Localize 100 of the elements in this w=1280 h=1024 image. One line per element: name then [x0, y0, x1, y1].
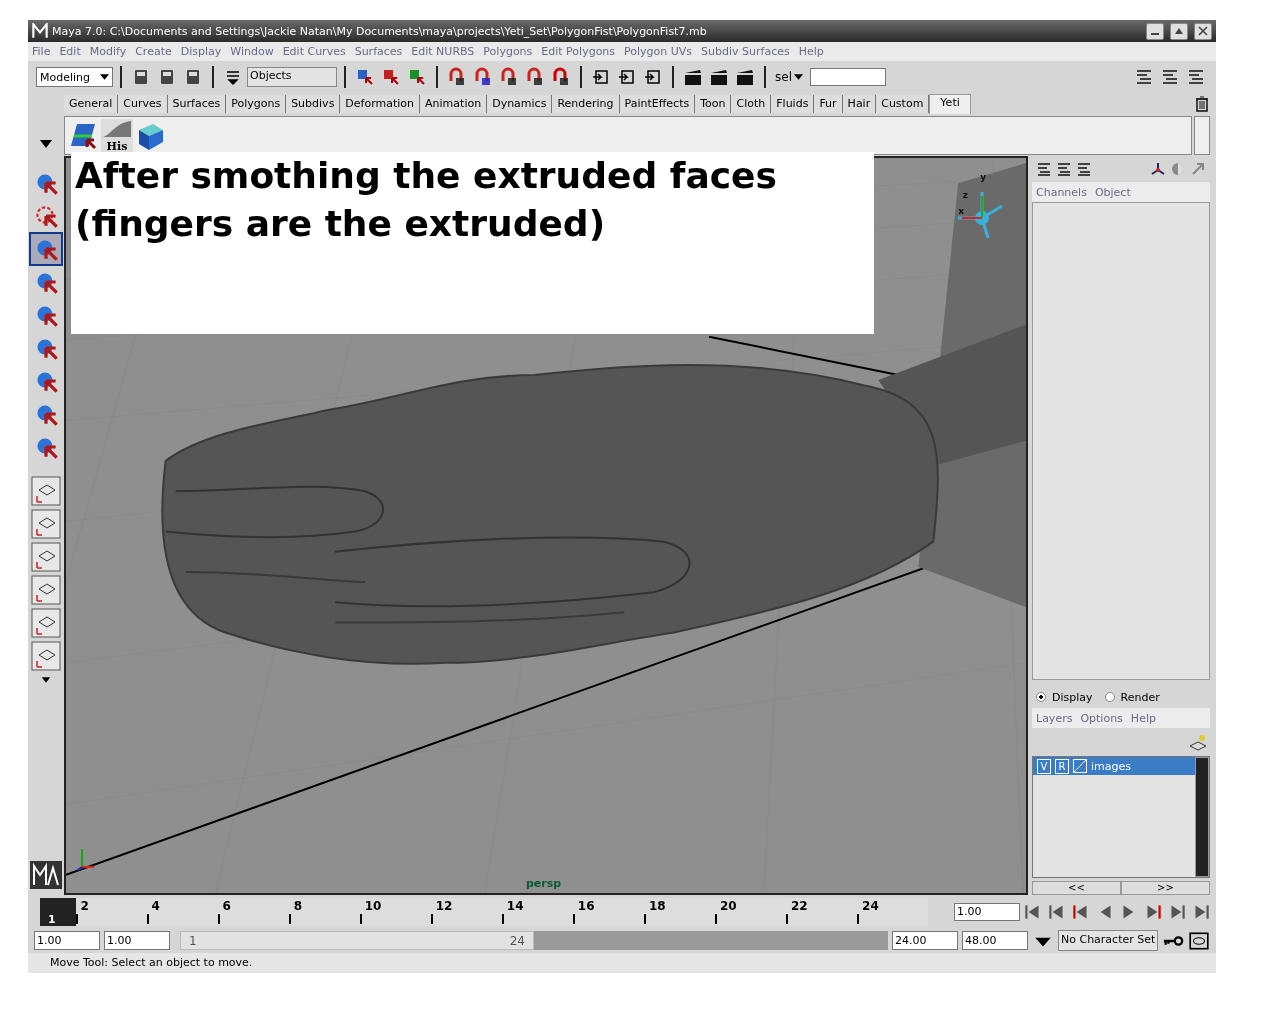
axis-label: y: [980, 172, 986, 182]
shelf-tab[interactable]: Fluids: [771, 95, 815, 113]
menu-item[interactable]: Edit Polygons: [541, 45, 616, 58]
maya-logo-icon: [32, 23, 48, 39]
channel-box-menu-item[interactable]: Object: [1094, 185, 1131, 199]
shelf-tab[interactable]: PaintEffects: [619, 95, 696, 113]
render-toggle[interactable]: R: [1055, 758, 1069, 774]
range-end-label: 24: [509, 933, 525, 948]
range-start-label: 1: [189, 933, 197, 948]
caret-icon[interactable]: [793, 74, 803, 80]
visibility-toggle[interactable]: V: [1037, 758, 1051, 774]
mode-dropdown[interactable]: Modeling: [36, 67, 113, 87]
select-component-icon[interactable]: [407, 67, 427, 87]
trash-icon[interactable]: [1194, 96, 1210, 112]
playback-start-field[interactable]: 1.00: [104, 931, 170, 950]
shelf-tab[interactable]: Custom: [876, 95, 930, 113]
character-set-field[interactable]: No Character Set: [1058, 930, 1158, 951]
shelf-tab[interactable]: Subdivs: [286, 95, 341, 113]
menu-item[interactable]: Modify: [89, 45, 127, 58]
axes-icon[interactable]: [1150, 161, 1166, 177]
quick-select-label[interactable]: sel: [775, 70, 792, 84]
time-slider[interactable]: 1 2 4 6 8 10 12 14 16 18 20 22 24: [40, 897, 928, 926]
shelf-tab[interactable]: Animation: [420, 95, 488, 113]
current-frame-marker[interactable]: 1: [40, 897, 76, 926]
menu-item[interactable]: Subdiv Surfaces: [701, 45, 790, 58]
minimize-icon: [1151, 33, 1159, 35]
layer-mode-radio[interactable]: Render: [1104, 690, 1160, 704]
history-shelf-button[interactable]: His: [101, 118, 133, 153]
scroll-left-button[interactable]: <<: [1032, 881, 1121, 895]
scroll-right-button[interactable]: >>: [1121, 881, 1210, 895]
shelf-tab[interactable]: Polygons: [226, 95, 287, 113]
shelf-tab[interactable]: Deformation: [340, 95, 421, 113]
maximize-button[interactable]: [1170, 22, 1188, 40]
window-title: Maya 7.0: C:\Documents and Settings\Jackie Natan\My Documents\maya\projects\Yeti_Set\PolygonFist\PolygonFist7.mb: [52, 24, 707, 38]
frame-number: 10: [364, 898, 382, 913]
shelf-tab[interactable]: Surfaces: [167, 95, 227, 113]
layer-row[interactable]: V R images: [1033, 757, 1195, 775]
layer-mode-radio[interactable]: Display: [1036, 690, 1093, 704]
shelf-tab[interactable]: Cloth: [731, 95, 772, 113]
menu-item[interactable]: Edit NURBS: [411, 45, 475, 58]
preferences-icon[interactable]: [1188, 929, 1210, 952]
shelf-tab[interactable]: Yeti: [929, 94, 971, 114]
axis-label: z: [962, 190, 968, 200]
select-hierarchy-icon[interactable]: [355, 67, 375, 87]
selection-mode-field[interactable]: Objects: [247, 67, 337, 87]
close-button[interactable]: [1194, 22, 1212, 40]
magnet-icon[interactable]: [551, 67, 571, 87]
frame-number: 14: [506, 898, 524, 913]
shelf-tab[interactable]: Dynamics: [487, 95, 553, 113]
range-slider-bar[interactable]: 1 24: [180, 931, 534, 950]
channel-box-menu-item[interactable]: Channels: [1036, 185, 1087, 199]
frame-number: 20: [719, 898, 737, 913]
end-time-field[interactable]: 48.00: [962, 931, 1028, 950]
layer-menu-item[interactable]: Help: [1130, 711, 1156, 725]
menu-item[interactable]: Help: [798, 45, 824, 58]
quick-select-field[interactable]: [809, 68, 886, 86]
minimize-button[interactable]: [1146, 22, 1164, 40]
menu-item[interactable]: Display: [180, 45, 222, 58]
menu-item[interactable]: Polygons: [483, 45, 533, 58]
layer-menu-item[interactable]: Options: [1080, 711, 1123, 725]
shelf-tab[interactable]: General: [64, 95, 119, 113]
shelf-scrollbar[interactable]: [1194, 116, 1210, 155]
menu-item[interactable]: Edit: [59, 45, 81, 58]
range-slider[interactable]: 1 24: [180, 931, 888, 950]
radio-indicator[interactable]: [1036, 692, 1046, 702]
shelf-tab[interactable]: Hair: [842, 95, 877, 113]
layer-menu-item[interactable]: Layers: [1036, 711, 1073, 725]
caret-icon[interactable]: [100, 74, 109, 80]
new-layer-icon[interactable]: [1188, 732, 1208, 752]
menu-item[interactable]: Polygon UVs: [624, 45, 693, 58]
frame-number: 12: [435, 898, 453, 913]
shelf-tab[interactable]: Fur: [814, 95, 843, 113]
playback-end-field[interactable]: 24.00: [892, 931, 958, 950]
menu-item[interactable]: Window: [230, 45, 274, 58]
shelf-tab[interactable]: Toon: [695, 95, 732, 113]
start-time-field[interactable]: 1.00: [34, 931, 100, 950]
layer-name: images: [1091, 759, 1131, 773]
axis-label: x: [958, 206, 964, 216]
radio-indicator[interactable]: [1104, 692, 1115, 702]
single-view-icon[interactable]: [31, 476, 61, 506]
menu-item[interactable]: Edit Curves: [282, 45, 346, 58]
annotation-text: After smothing the extruded faces: [75, 154, 777, 198]
input-icon[interactable]: [591, 67, 611, 87]
clapper-icon[interactable]: [683, 67, 703, 87]
radio-label: Display: [1052, 690, 1093, 704]
frame-number: 8: [293, 898, 302, 913]
menu-item[interactable]: Create: [135, 45, 172, 58]
shelf-tab[interactable]: Rendering: [552, 95, 620, 113]
frame-number: 24: [862, 898, 879, 913]
layer-scrollbar[interactable]: [1195, 757, 1209, 877]
maximize-icon: [1174, 26, 1184, 36]
frame-number: 6: [222, 898, 231, 913]
menu-item[interactable]: File: [32, 45, 51, 58]
layer-color-icon[interactable]: [1073, 759, 1087, 773]
select-object-icon[interactable]: [381, 67, 401, 87]
frame-number: 16: [577, 898, 595, 913]
frame-number: 18: [648, 898, 666, 913]
menu-item[interactable]: Surfaces: [354, 45, 403, 58]
shelf-tab[interactable]: Curves: [118, 95, 168, 113]
current-time-field[interactable]: 1.00: [954, 902, 1020, 921]
